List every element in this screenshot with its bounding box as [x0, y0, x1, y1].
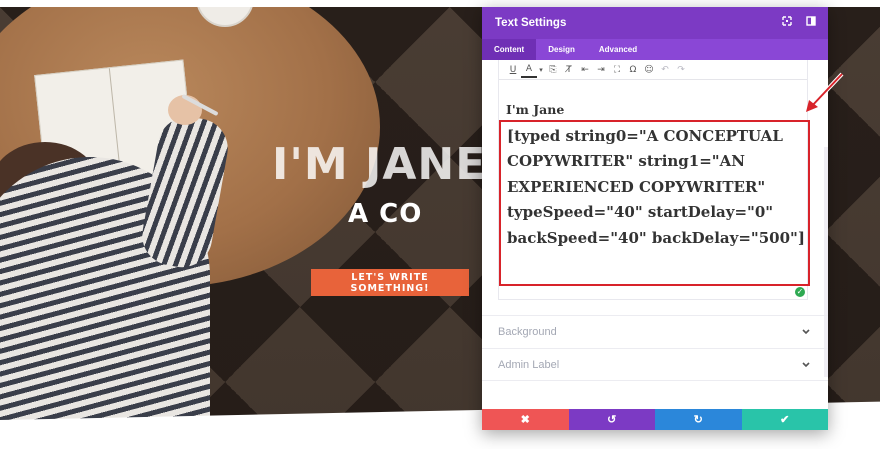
emoji-icon[interactable]: ☺	[641, 62, 657, 78]
editor-toolbar: U A ▾ ⎘ T̸ ⇤ ⇥ ⛶ Ω ☺ ↶ ↷	[499, 60, 807, 80]
fullscreen-icon[interactable]: ⛶	[609, 62, 625, 78]
chevron-down-icon	[802, 327, 810, 337]
modal-footer: ✖ ↺ ↻ ✔	[482, 409, 828, 430]
close-icon: ✖	[520, 414, 530, 426]
hero-title: I'M JANE	[272, 139, 482, 190]
check-icon: ✔	[780, 414, 790, 426]
outdent-icon[interactable]: ⇤	[577, 62, 593, 78]
redo-button[interactable]: ↻	[655, 409, 742, 430]
tab-design[interactable]: Design	[536, 39, 587, 60]
cta-button[interactable]: LET'S WRITE SOMETHING!	[311, 269, 469, 296]
text-editor[interactable]: U A ▾ ⎘ T̸ ⇤ ⇥ ⛶ Ω ☺ ↶ ↷ I'm Jane [typed…	[498, 60, 810, 300]
discard-button[interactable]: ✖	[482, 409, 569, 430]
section-admin-label-label: Admin Label	[498, 358, 560, 371]
chevron-down-icon	[802, 360, 810, 370]
indent-icon[interactable]: ⇥	[593, 62, 609, 78]
undo-button[interactable]: ↺	[568, 409, 655, 430]
modal-tabs: Content Design Advanced	[482, 39, 828, 60]
tab-content[interactable]: Content	[482, 39, 537, 60]
grammar-check-icon[interactable]: ✓	[795, 287, 805, 297]
modal-header: Text Settings	[482, 7, 828, 39]
undo-icon: ↺	[607, 414, 617, 426]
paste-text-icon[interactable]: ⎘	[545, 62, 561, 78]
modal-title: Text Settings	[495, 17, 567, 29]
expand-icon[interactable]	[780, 16, 794, 30]
editor-heading: I'm Jane	[506, 102, 565, 117]
text-color-icon[interactable]: A	[521, 62, 537, 78]
annotation-arrow-icon	[806, 72, 844, 112]
typed-shortcode-text: [typed string0="A CONCEPTUAL COPYWRITER"…	[507, 127, 805, 247]
special-character-icon[interactable]: Ω	[625, 62, 641, 78]
redo-icon: ↻	[693, 414, 703, 426]
clear-formatting-icon[interactable]: T̸	[561, 62, 577, 78]
section-background[interactable]: Background	[482, 315, 828, 348]
undo-icon[interactable]: ↶	[657, 62, 673, 78]
tab-advanced[interactable]: Advanced	[587, 39, 649, 60]
section-background-label: Background	[498, 326, 557, 338]
redo-icon[interactable]: ↷	[673, 62, 689, 78]
hero-subtitle: A CO	[348, 199, 423, 229]
split-view-icon[interactable]	[804, 16, 818, 30]
save-button[interactable]: ✔	[741, 409, 828, 430]
color-dropdown-icon[interactable]: ▾	[537, 62, 545, 78]
text-settings-modal: Text Settings Content Design Advanced U …	[482, 7, 828, 430]
section-admin-label[interactable]: Admin Label	[482, 348, 828, 381]
underline-icon[interactable]: U	[505, 62, 521, 78]
